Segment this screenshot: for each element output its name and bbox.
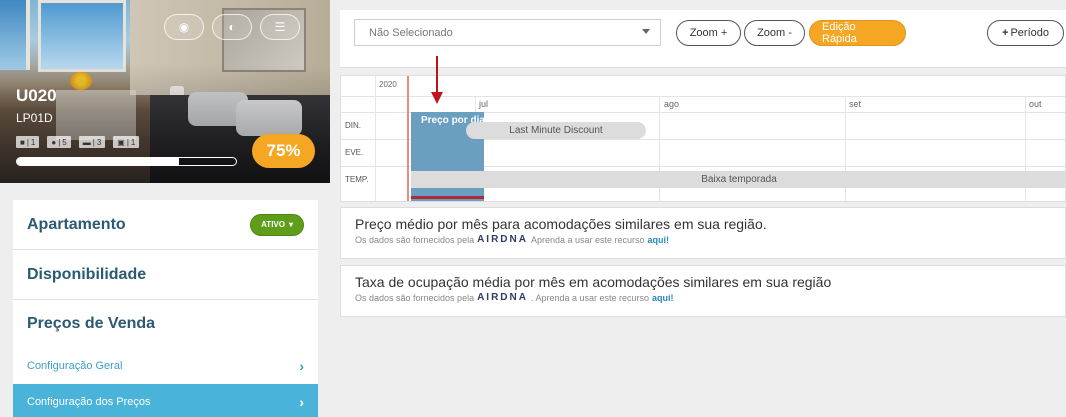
spec-baths: ▣ | 1: [113, 136, 140, 148]
menu-apartamento-label: Apartamento: [27, 215, 126, 233]
menu-config-precos[interactable]: Configuração dos Preços ›: [13, 384, 318, 417]
price-timeline: 2020 jul ago set out DIN. EVE. TEMP. Bai…: [340, 75, 1066, 202]
period-button[interactable]: + Período: [987, 20, 1064, 46]
status-badge[interactable]: ATIVO ▾: [250, 213, 304, 236]
row-label-eve: EVE.: [345, 148, 364, 157]
unit-photo: ◉ ◐ ☰ U020 LP01D ■ | 1 ● | 5 ▬ | 3 ▣ | 1 75%: [0, 0, 330, 183]
unit-code: U020: [16, 86, 57, 105]
note-prefix: Os dados são fornecidos pela: [355, 292, 475, 303]
sliders-icon: ☰: [274, 20, 286, 34]
note-prefix: Os dados são fornecidos pela: [355, 234, 475, 245]
status-label: ATIVO: [261, 220, 285, 229]
price-block-marker: [411, 196, 484, 199]
filter-select-value: Não Selecionado: [369, 26, 453, 39]
camera-icon: ◉: [178, 20, 190, 34]
occupancy-card: Taxa de ocupação média por mês em acomod…: [340, 265, 1066, 317]
avg-price-title: Preço médio por mês para acomodações sim…: [355, 216, 767, 232]
occupancy-title: Taxa de ocupação média por mês em acomod…: [355, 274, 832, 290]
unit-subcode: LP01D: [16, 111, 53, 125]
spec-baths-value: 1: [130, 137, 136, 147]
today-marker: [407, 76, 409, 201]
menu-apartamento[interactable]: Apartamento ATIVO ▾: [13, 200, 318, 250]
camera-button[interactable]: ◉: [164, 14, 204, 40]
menu-config-geral[interactable]: Configuração Geral ›: [13, 348, 318, 384]
period-label: Período: [1010, 27, 1049, 39]
unit-menu: Apartamento ATIVO ▾ Disponibilidade Preço…: [13, 200, 318, 417]
menu-precos-label: Preços de Venda: [27, 315, 156, 332]
quick-edit-button[interactable]: Edição Rápida: [809, 20, 906, 46]
completion-bar: [16, 157, 237, 166]
zoom-in-button[interactable]: Zoom +: [676, 20, 741, 46]
month-set: set: [849, 99, 862, 109]
person-icon: ●: [51, 137, 57, 147]
month-ago: ago: [664, 99, 680, 109]
chevron-right-icon: ›: [299, 394, 304, 410]
chevron-down-icon: [642, 29, 650, 34]
chevron-right-icon: ›: [299, 358, 304, 374]
zoom-out-button[interactable]: Zoom -: [744, 20, 805, 46]
spec-rooms: ■ | 1: [16, 136, 40, 148]
season-bar[interactable]: Baixa temporada: [411, 171, 1065, 188]
note-mid: Aprenda a usar este recurso: [530, 234, 645, 245]
occupancy-note: Os dados são fornecidos pela AIRDNA . Ap…: [355, 292, 1051, 303]
note-mid: . Aprenda a usar este recurso: [530, 292, 650, 303]
spec-guests-value: 5: [62, 137, 67, 147]
menu-disponibilidade-label: Disponibilidade: [27, 265, 147, 283]
avg-price-note: Os dados são fornecidos pela AIRDNA Apre…: [355, 234, 1051, 245]
row-label-din: DIN.: [345, 121, 361, 130]
airdna-logo: AIRDNA: [477, 234, 528, 245]
help-link[interactable]: aqui!: [648, 235, 670, 245]
menu-precos[interactable]: Preços de Venda: [13, 300, 318, 348]
completion-fill: [17, 158, 180, 165]
help-link[interactable]: aqui!: [652, 293, 674, 303]
row-label-temp: TEMP.: [345, 175, 369, 184]
bed-icon: ▬: [82, 137, 91, 147]
menu-config-precos-label: Configuração dos Preços: [27, 396, 151, 408]
month-out: out: [1029, 99, 1042, 109]
month-jul: jul: [479, 99, 489, 109]
caret-down-icon: ▾: [288, 220, 293, 229]
arrow-down-icon: [431, 56, 443, 104]
left-panel: ◉ ◐ ☰ U020 LP01D ■ | 1 ● | 5 ▬ | 3 ▣ | 1 75% Apa…: [0, 0, 333, 417]
settings-button[interactable]: ☰: [260, 14, 300, 40]
plus-icon: +: [1002, 27, 1009, 39]
avg-price-card: Preço médio por mês para acomodações sim…: [340, 207, 1066, 259]
unit-specs: ■ | 1 ● | 5 ▬ | 3 ▣ | 1: [16, 136, 140, 148]
year-label: 2020: [379, 80, 397, 89]
occupancy-badge: 75%: [252, 134, 315, 168]
door-icon: ■: [20, 137, 25, 147]
spec-beds-value: 3: [96, 137, 102, 147]
airdna-logo: AIRDNA: [477, 292, 528, 303]
discount-bar[interactable]: Last Minute Discount: [466, 122, 646, 139]
toolbar: Não Selecionado Zoom + Zoom - Edição Ráp…: [340, 10, 1066, 68]
spec-rooms-value: 1: [30, 137, 36, 147]
spec-beds: ▬ | 3: [78, 136, 106, 148]
contrast-icon: ◐: [228, 20, 236, 34]
theme-button[interactable]: ◐: [212, 14, 252, 40]
bath-icon: ▣: [117, 137, 125, 147]
menu-config-geral-label: Configuração Geral: [27, 360, 123, 372]
filter-select[interactable]: Não Selecionado: [354, 19, 661, 46]
menu-disponibilidade[interactable]: Disponibilidade: [13, 250, 318, 300]
spec-guests: ● | 5: [47, 136, 71, 148]
